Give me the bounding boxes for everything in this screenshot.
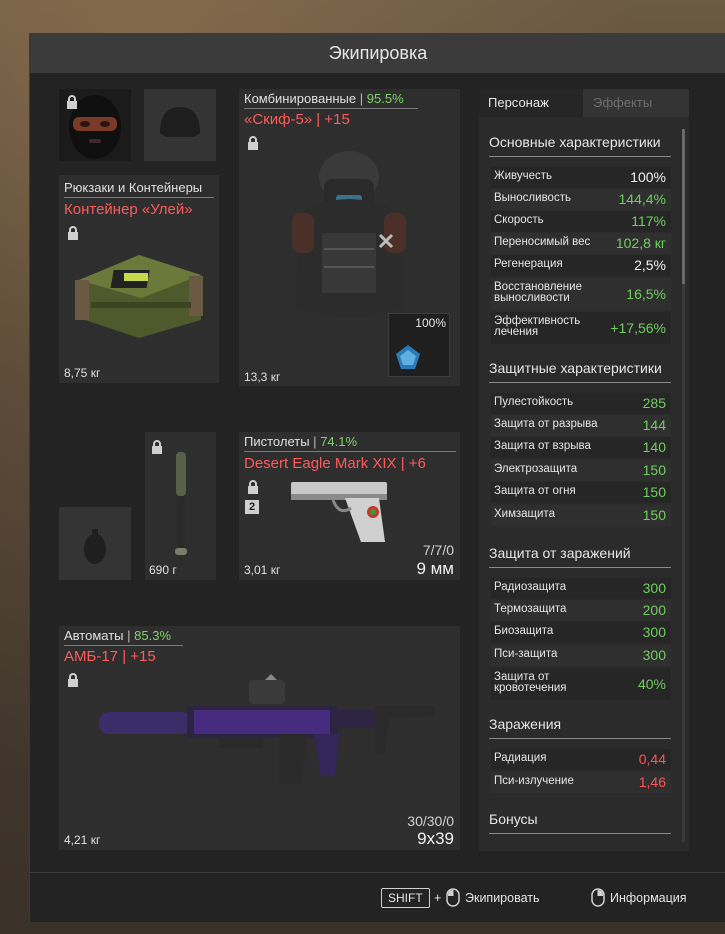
melee-slot[interactable]: 690 г [145, 432, 216, 580]
armor-condition: 95.5% [366, 91, 404, 106]
slot-number-badge: 2 [245, 500, 259, 514]
armor-weight: 13,3 кг [244, 370, 281, 384]
armor-category-label: Комбинированные [244, 91, 357, 106]
lock-icon [65, 95, 79, 109]
stats-scroll-thumb[interactable] [682, 129, 685, 284]
stats-tabs: Персонаж Эффекты [479, 89, 689, 117]
mouse-left-icon [446, 888, 460, 907]
pistol-category: Пистолеты | 74.1% [244, 434, 456, 452]
bottom-divider [29, 872, 725, 873]
container-name: Контейнер «Улей» [64, 201, 193, 218]
grenade-silhouette-icon [84, 529, 106, 564]
stat-row: Эффективность лечения +17,56% [491, 312, 671, 344]
rifle-ammo-count: 30/30/0 [407, 813, 454, 829]
container-slot[interactable]: Рюкзаки и Контейнеры Контейнер «Улей» 8,… [59, 175, 219, 383]
stat-row: Радиация 0,44 [491, 749, 671, 770]
armor-category: Комбинированные | 95.5% [244, 91, 418, 109]
stat-row: Термозащита 200 [491, 600, 671, 621]
amb-17-rifle-icon [99, 674, 435, 784]
rifle-weight: 4,21 кг [64, 833, 101, 847]
section-bonuses: Бонусы [489, 811, 671, 834]
shift-key: SHIFT [381, 888, 430, 908]
mouse-right-icon [591, 888, 605, 907]
stat-row: Скорость 117% [491, 211, 671, 232]
equip-hint[interactable]: Экипировать [465, 891, 540, 905]
grenade-slot[interactable] [59, 507, 131, 580]
section-infections: Заражения [489, 716, 671, 739]
pistol-slot[interactable]: Пистолеты | 74.1% Desert Eagle Mark XIX … [239, 432, 460, 580]
desert-eagle-icon [291, 482, 387, 542]
pistol-category-label: Пистолеты [244, 434, 310, 449]
rifle-caliber: 9х39 [417, 829, 454, 848]
rifle-name: АМБ-17 | +15 [64, 648, 156, 665]
baton-icon [175, 452, 187, 555]
lock-icon [66, 673, 80, 687]
lock-icon [246, 136, 260, 150]
hive-container-icon [75, 255, 203, 338]
armor-name: «Скиф-5» | +15 [244, 111, 350, 128]
stat-row: Регенерация 2,5% [491, 255, 671, 276]
stat-row: Защита от кровотечения 40% [491, 668, 671, 700]
helmet-slot[interactable] [144, 89, 216, 161]
pistol-caliber: 9 мм [416, 559, 454, 578]
container-weight: 8,75 кг [64, 366, 101, 380]
window-title: Экипировка [30, 33, 725, 73]
tab-effects[interactable]: Эффекты [583, 89, 689, 117]
stat-row: Выносливость 144,4% [491, 189, 671, 210]
lock-icon [150, 440, 164, 454]
stat-row: Защита от взрыва 140 [491, 437, 671, 458]
rifle-slot[interactable]: Автоматы | 85.3% АМБ-17 | +15 30/30/0 9х… [59, 626, 460, 850]
stat-row: Живучесть 100% [491, 167, 671, 188]
lock-icon [246, 480, 260, 494]
stat-row: Пулестойкость 285 [491, 393, 671, 414]
container-category: Рюкзаки и Контейнеры [64, 180, 214, 198]
armor-slot[interactable]: Комбинированные | 95.5% «Скиф-5» | +15 1… [239, 89, 460, 386]
section-infection-protection: Защита от заражений [489, 545, 671, 568]
plate-pentagon-icon [396, 345, 420, 369]
stat-row: Защита от разрыва 144 [491, 415, 671, 436]
stats-panel: Персонаж Эффекты Основные характеристики… [479, 89, 689, 851]
stat-row: Пси-защита 300 [491, 645, 671, 666]
helmet-silhouette-icon [160, 107, 200, 137]
pistol-name: Desert Eagle Mark XIX | +6 [244, 455, 426, 472]
pistol-condition: 74.1% [320, 434, 358, 449]
pistol-weight: 3,01 кг [244, 563, 281, 577]
armor-plate-slot[interactable]: 100% [388, 313, 450, 377]
stat-row: Пси-излучение 1,46 [491, 772, 671, 793]
stat-row: Электрозащита 150 [491, 460, 671, 481]
stat-row: Химзащита 150 [491, 505, 671, 526]
lock-icon [66, 226, 80, 240]
stat-row: Защита от огня 150 [491, 482, 671, 503]
melee-weight: 690 г [149, 563, 177, 577]
stat-row: Радиозащита 300 [491, 578, 671, 599]
tab-character[interactable]: Персонаж [479, 89, 583, 117]
rifle-condition: 85.3% [134, 628, 172, 643]
rifle-category-label: Автоматы [64, 628, 124, 643]
pistol-ammo-count: 7/7/0 [422, 542, 454, 558]
section-protection: Защитные характеристики [489, 360, 671, 383]
stat-row: Переносимый вес 102,8 кг [491, 233, 671, 254]
rifle-category: Автоматы | 85.3% [64, 628, 183, 646]
plus-sign: + [434, 891, 442, 905]
section-basic: Основные характеристики [489, 134, 671, 157]
stat-row: Биозащита 300 [491, 622, 671, 643]
mask-slot[interactable] [59, 89, 131, 161]
info-hint[interactable]: Информация [610, 891, 687, 905]
stat-row: Восстановление выносливости 16,5% [491, 278, 671, 310]
armor-suit-icon [292, 151, 406, 318]
armor-plate-condition: 100% [415, 316, 446, 330]
